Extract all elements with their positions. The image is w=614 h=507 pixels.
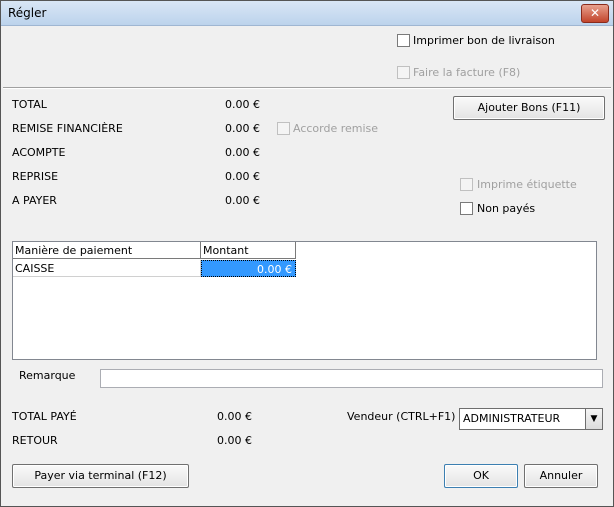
- payment-dialog: Régler ✕ Imprimer bon de livraison Faire…: [0, 0, 614, 507]
- print-delivery-checkbox[interactable]: [397, 34, 410, 47]
- amount-due-label: A PAYER: [12, 194, 57, 207]
- window-title: Régler: [8, 6, 47, 20]
- add-vouchers-button[interactable]: Ajouter Bons (F11): [453, 96, 605, 120]
- make-invoice-checkbox[interactable]: [397, 66, 410, 79]
- close-icon[interactable]: ✕: [581, 4, 609, 23]
- financial-discount-label: REMISE FINANCIÈRE: [12, 122, 123, 135]
- unpaid-label: Non payés: [477, 202, 536, 215]
- seller-label: Vendeur (CTRL+F1): [347, 410, 456, 423]
- unpaid-checkbox[interactable]: [460, 202, 473, 215]
- payment-method-cell[interactable]: CAISSE: [13, 260, 201, 277]
- trade-in-label: REPRISE: [12, 170, 59, 183]
- column-header-method[interactable]: Manière de paiement: [13, 242, 201, 259]
- total-paid-value: 0.00 €: [217, 410, 252, 423]
- make-invoice-label: Faire la facture (F8): [413, 66, 521, 79]
- seller-select-value: ADMINISTRATEUR: [463, 412, 561, 425]
- ok-button[interactable]: OK: [444, 464, 518, 488]
- change-label: RETOUR: [12, 434, 58, 447]
- accord-remise-label: Accorde remise: [293, 122, 379, 135]
- seller-select[interactable]: ADMINISTRATEUR ▼: [459, 408, 603, 430]
- accord-remise-checkbox[interactable]: [277, 122, 290, 135]
- top-separator: [3, 87, 611, 89]
- cancel-button[interactable]: Annuler: [524, 464, 598, 488]
- remark-input[interactable]: [100, 369, 603, 388]
- print-delivery-label: Imprimer bon de livraison: [413, 34, 555, 47]
- pay-terminal-button[interactable]: Payer via terminal (F12): [12, 464, 189, 488]
- total-value: 0.00 €: [225, 98, 260, 111]
- chevron-down-icon[interactable]: ▼: [585, 409, 602, 429]
- print-label-checkbox[interactable]: [460, 178, 473, 191]
- remark-label: Remarque: [19, 369, 76, 382]
- title-bar: Régler ✕: [1, 1, 613, 26]
- financial-discount-value: 0.00 €: [225, 122, 260, 135]
- trade-in-value: 0.00 €: [225, 170, 260, 183]
- payment-amount-cell[interactable]: 0.00 €: [201, 260, 296, 277]
- print-label-label: Imprime étiquette: [477, 178, 577, 191]
- total-paid-label: TOTAL PAYÉ: [12, 410, 77, 423]
- deposit-value: 0.00 €: [225, 146, 260, 159]
- payment-grid[interactable]: Manière de paiement Montant CAISSE 0.00 …: [12, 241, 597, 360]
- column-header-amount[interactable]: Montant: [201, 242, 296, 259]
- deposit-label: ACOMPTE: [12, 146, 66, 159]
- total-label: TOTAL: [12, 98, 47, 111]
- amount-due-value: 0.00 €: [225, 194, 260, 207]
- change-value: 0.00 €: [217, 434, 252, 447]
